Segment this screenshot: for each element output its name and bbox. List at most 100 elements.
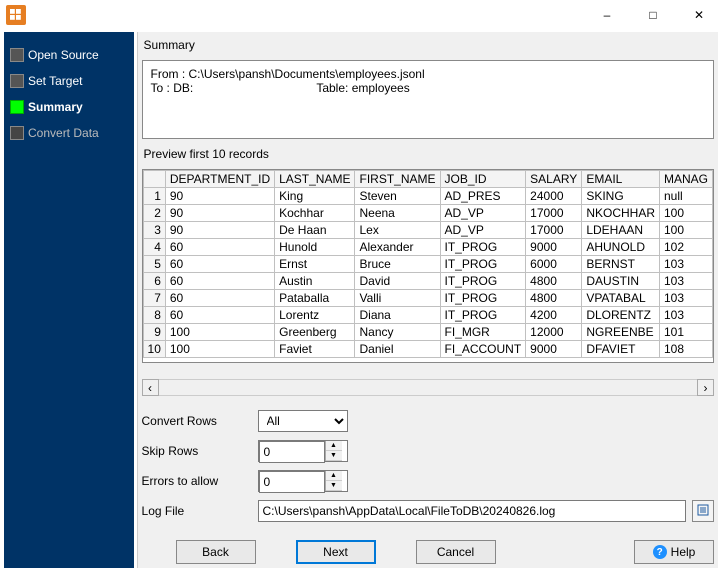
- scroll-left-icon[interactable]: ‹: [142, 379, 159, 396]
- table-cell: 60: [165, 273, 274, 290]
- column-header[interactable]: MANAG: [659, 171, 712, 188]
- table-cell: IT_PROG: [440, 290, 526, 307]
- row-number: 8: [143, 307, 165, 324]
- row-number: 3: [143, 222, 165, 239]
- step-icon: [10, 48, 24, 62]
- table-cell: AD_VP: [440, 222, 526, 239]
- minimize-button[interactable]: –: [584, 0, 630, 30]
- close-button[interactable]: ✕: [676, 0, 722, 30]
- help-icon: ?: [653, 545, 667, 559]
- wizard-sidebar: Open Source Set Target Summary Convert D…: [4, 32, 134, 568]
- step-convert-data[interactable]: Convert Data: [8, 120, 130, 146]
- summary-heading: Summary: [144, 38, 712, 52]
- spin-down-icon[interactable]: ▼: [326, 481, 342, 491]
- table-row[interactable]: 560ErnstBruceIT_PROG6000BERNST103: [143, 256, 712, 273]
- table-cell: 60: [165, 290, 274, 307]
- column-header[interactable]: EMAIL: [582, 171, 660, 188]
- step-set-target[interactable]: Set Target: [8, 68, 130, 94]
- preview-heading: Preview first 10 records: [144, 147, 712, 161]
- table-cell: Neena: [355, 205, 440, 222]
- next-button[interactable]: Next: [296, 540, 376, 564]
- table-cell: 101: [659, 324, 712, 341]
- column-header[interactable]: LAST_NAME: [275, 171, 355, 188]
- table-cell: Diana: [355, 307, 440, 324]
- table-row[interactable]: 290KochharNeenaAD_VP17000NKOCHHAR100: [143, 205, 712, 222]
- browse-log-button[interactable]: [692, 500, 714, 522]
- step-label: Summary: [28, 100, 83, 114]
- spin-down-icon[interactable]: ▼: [326, 451, 342, 461]
- table-cell: NKOCHHAR: [582, 205, 660, 222]
- table-row[interactable]: 190KingStevenAD_PRES24000SKINGnull: [143, 188, 712, 205]
- spin-up-icon[interactable]: ▲: [326, 471, 342, 481]
- table-cell: Lorentz: [275, 307, 355, 324]
- scroll-track[interactable]: [159, 379, 697, 396]
- back-button[interactable]: Back: [176, 540, 256, 564]
- table-row[interactable]: 860LorentzDianaIT_PROG4200DLORENTZ103: [143, 307, 712, 324]
- step-open-source[interactable]: Open Source: [8, 42, 130, 68]
- table-row[interactable]: 9100GreenbergNancyFI_MGR12000NGREENBE101: [143, 324, 712, 341]
- horizontal-scrollbar[interactable]: ‹ ›: [142, 379, 714, 396]
- table-cell: 17000: [526, 222, 582, 239]
- column-header[interactable]: FIRST_NAME: [355, 171, 440, 188]
- table-cell: Austin: [275, 273, 355, 290]
- table-row[interactable]: 460HunoldAlexanderIT_PROG9000AHUNOLD102: [143, 239, 712, 256]
- column-header[interactable]: DEPARTMENT_ID: [165, 171, 274, 188]
- table-cell: 9000: [526, 239, 582, 256]
- table-cell: 6000: [526, 256, 582, 273]
- table-cell: 17000: [526, 205, 582, 222]
- column-header[interactable]: SALARY: [526, 171, 582, 188]
- maximize-button[interactable]: □: [630, 0, 676, 30]
- step-summary[interactable]: Summary: [8, 94, 130, 120]
- table-cell: Pataballa: [275, 290, 355, 307]
- table-cell: Greenberg: [275, 324, 355, 341]
- row-number: 7: [143, 290, 165, 307]
- options-form: Convert Rows All Skip Rows ▲ ▼ Errors to…: [142, 410, 714, 522]
- table-cell: David: [355, 273, 440, 290]
- table-cell: 100: [659, 205, 712, 222]
- table-cell: 4200: [526, 307, 582, 324]
- convert-rows-label: Convert Rows: [142, 414, 252, 428]
- step-label: Open Source: [28, 48, 99, 62]
- cancel-button[interactable]: Cancel: [416, 540, 496, 564]
- table-cell: DLORENTZ: [582, 307, 660, 324]
- table-cell: DFAVIET: [582, 341, 660, 358]
- table-cell: 90: [165, 188, 274, 205]
- help-button[interactable]: ? Help: [634, 540, 714, 564]
- skip-rows-input[interactable]: [259, 441, 325, 463]
- table-cell: AD_PRES: [440, 188, 526, 205]
- titlebar: – □ ✕: [0, 0, 722, 30]
- table-row[interactable]: 760PataballaValliIT_PROG4800VPATABAL103: [143, 290, 712, 307]
- skip-rows-spinner[interactable]: ▲ ▼: [258, 440, 348, 462]
- table-cell: AD_VP: [440, 205, 526, 222]
- row-number: 4: [143, 239, 165, 256]
- table-cell: Valli: [355, 290, 440, 307]
- step-label: Set Target: [28, 74, 82, 88]
- convert-rows-select[interactable]: All: [258, 410, 348, 432]
- table-row[interactable]: 10100FavietDanielFI_ACCOUNT9000DFAVIET10…: [143, 341, 712, 358]
- table-row[interactable]: 390De HaanLexAD_VP17000LDEHAAN100: [143, 222, 712, 239]
- table-cell: Nancy: [355, 324, 440, 341]
- row-header-blank: [143, 171, 165, 188]
- table-cell: IT_PROG: [440, 256, 526, 273]
- wizard-buttons: Back Next Cancel ? Help: [142, 540, 714, 564]
- log-file-label: Log File: [142, 504, 252, 518]
- skip-rows-label: Skip Rows: [142, 444, 252, 458]
- row-number: 5: [143, 256, 165, 273]
- log-file-input[interactable]: [258, 500, 686, 522]
- scroll-right-icon[interactable]: ›: [697, 379, 714, 396]
- spin-up-icon[interactable]: ▲: [326, 441, 342, 451]
- errors-spinner[interactable]: ▲ ▼: [258, 470, 348, 492]
- table-cell: VPATABAL: [582, 290, 660, 307]
- table-cell: 103: [659, 307, 712, 324]
- table-cell: Faviet: [275, 341, 355, 358]
- table-row[interactable]: 660AustinDavidIT_PROG4800DAUSTIN103: [143, 273, 712, 290]
- step-icon: [10, 74, 24, 88]
- step-icon: [10, 100, 24, 114]
- preview-table-container: DEPARTMENT_IDLAST_NAMEFIRST_NAMEJOB_IDSA…: [142, 169, 714, 363]
- table-cell: BERNST: [582, 256, 660, 273]
- table-cell: Bruce: [355, 256, 440, 273]
- table-cell: NGREENBE: [582, 324, 660, 341]
- preview-table: DEPARTMENT_IDLAST_NAMEFIRST_NAMEJOB_IDSA…: [143, 170, 713, 358]
- column-header[interactable]: JOB_ID: [440, 171, 526, 188]
- errors-input[interactable]: [259, 471, 325, 493]
